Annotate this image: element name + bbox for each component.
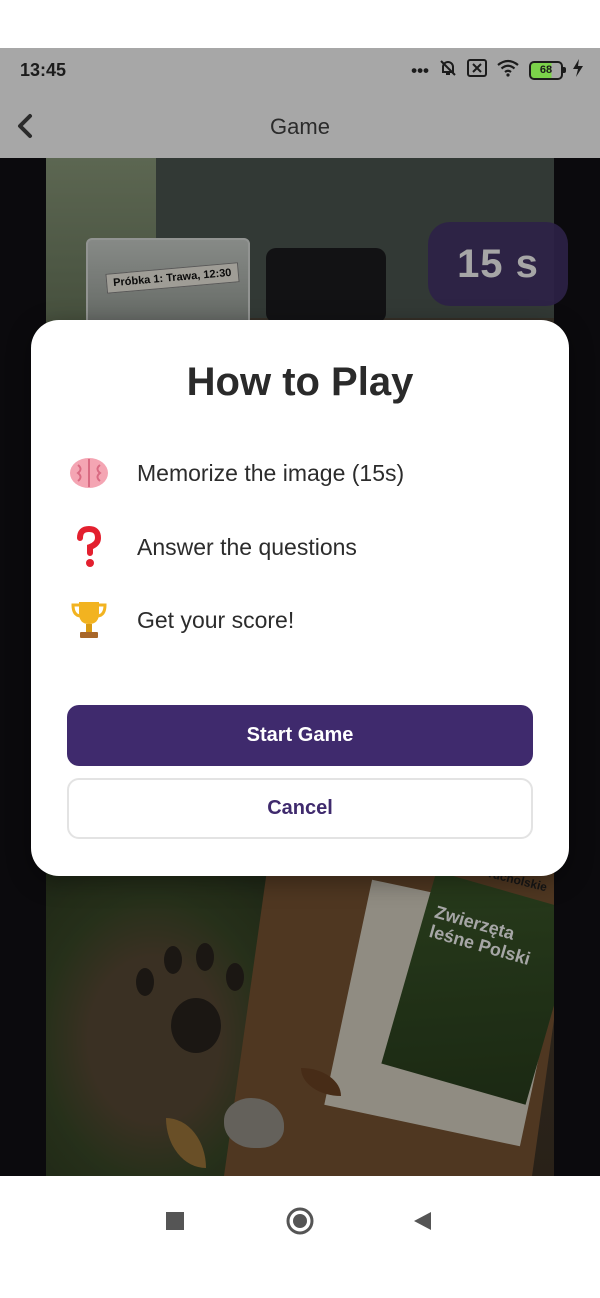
- charging-icon: [572, 58, 584, 82]
- page-title: Game: [270, 114, 330, 139]
- brain-icon: [67, 451, 111, 495]
- step-score: Get your score!: [67, 594, 294, 646]
- step-memorize: Memorize the image (15s): [67, 447, 404, 499]
- battery-level: 68: [539, 64, 553, 76]
- trophy-icon: [67, 598, 111, 642]
- status-time: 13:45: [20, 60, 67, 80]
- how-to-play-dialog: How to Play Memorize the image (15s) Ans…: [31, 320, 569, 876]
- start-game-button[interactable]: Start Game: [67, 705, 533, 766]
- step-text: Memorize the image (15s): [137, 459, 405, 486]
- cancel-button[interactable]: Cancel: [67, 778, 533, 839]
- bell-off-icon: [438, 58, 458, 83]
- app-header: Game: [0, 94, 600, 158]
- square-icon: [166, 1212, 184, 1230]
- system-nav-bar: [0, 1176, 600, 1298]
- status-bar: 13:45 ••• 68: [0, 48, 600, 94]
- sim-off-icon: [467, 58, 487, 82]
- step-text: Answer the questions: [137, 533, 357, 560]
- step-text: Get your score!: [137, 606, 295, 633]
- back-triangle-icon: [414, 1212, 431, 1230]
- dialog-title: How to Play: [186, 360, 414, 404]
- home-button[interactable]: [275, 1196, 325, 1246]
- home-circle-icon: [286, 1207, 314, 1235]
- wifi-icon: [496, 59, 520, 82]
- question-mark-icon: [67, 525, 111, 569]
- step-answer: Answer the questions: [67, 521, 357, 573]
- more-dots-icon: •••: [411, 60, 429, 80]
- recents-button[interactable]: [150, 1196, 200, 1246]
- battery-icon: 68: [529, 60, 566, 80]
- back-nav-button[interactable]: [397, 1196, 447, 1246]
- status-icons: ••• 68: [411, 58, 584, 82]
